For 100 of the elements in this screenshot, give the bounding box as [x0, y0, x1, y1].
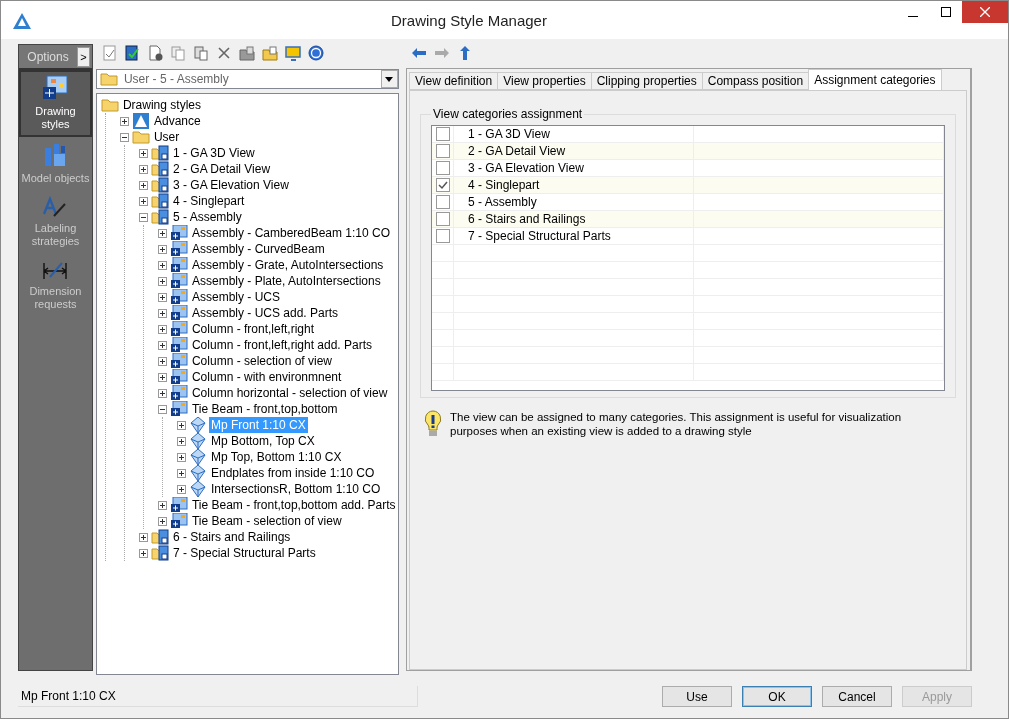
checkbox[interactable] [435, 161, 450, 175]
expand-toggle[interactable] [157, 228, 167, 238]
style-dropdown[interactable]: User - 5 - Assembly [95, 69, 399, 89]
tree-item[interactable]: Tie Beam - selection of view [189, 513, 344, 529]
expand-toggle[interactable] [176, 452, 186, 462]
tree-item[interactable]: Advance [151, 113, 203, 129]
tree-item[interactable]: 5 - Assembly [170, 209, 244, 225]
tree-item[interactable]: 1 - GA 3D View [170, 145, 257, 161]
expand-toggle[interactable] [157, 404, 167, 414]
tab[interactable]: Compass position [701, 72, 810, 90]
tree-item[interactable]: Drawing styles [120, 97, 203, 113]
tree-item[interactable]: Column - selection of view [189, 353, 334, 369]
tab[interactable]: Assignment categories [808, 69, 942, 90]
expand-toggle[interactable] [157, 260, 167, 270]
app-logo-icon [13, 13, 31, 29]
drawing-style-icon [169, 305, 188, 321]
expand-toggle[interactable] [138, 212, 148, 222]
dialog-button[interactable]: Cancel [822, 686, 892, 707]
checkbox[interactable] [435, 195, 450, 209]
tree-item[interactable]: Column - with environmnent [189, 369, 344, 385]
tree-item[interactable]: Mp Bottom, Top CX [208, 433, 317, 449]
drawing-style-icon [169, 257, 188, 273]
expand-toggle[interactable] [157, 308, 167, 318]
help-icon[interactable] [306, 44, 325, 62]
paste-icon[interactable] [191, 44, 210, 62]
tree-item[interactable]: 7 - Special Structural Parts [170, 545, 318, 561]
tree-item[interactable]: 6 - Stairs and Railings [170, 529, 293, 545]
category-label: 6 - Stairs and Railings [468, 212, 586, 226]
drawing-style-icon [169, 497, 188, 513]
drawing-style-icon [169, 273, 188, 289]
expand-toggle[interactable] [138, 180, 148, 190]
close-icon [980, 7, 990, 17]
cube-icon [188, 417, 207, 433]
expand-toggle[interactable] [176, 484, 186, 494]
expand-toggle[interactable] [176, 436, 186, 446]
tree-item[interactable]: Assembly - UCS add. Parts [189, 305, 340, 321]
cube-icon [188, 481, 207, 497]
group-title: View categories assignment [432, 107, 584, 121]
folder-document-icon [150, 161, 169, 177]
drawing-style-icon [169, 337, 188, 353]
tree-item[interactable]: Assembly - UCS [189, 289, 282, 305]
checkbox[interactable] [435, 178, 450, 192]
expand-toggle[interactable] [138, 548, 148, 558]
folder-document-icon [150, 545, 169, 561]
expand-toggle[interactable] [157, 500, 167, 510]
sidebar-item[interactable]: Drawing styles [19, 70, 92, 137]
tree-item[interactable]: Endplates from inside 1:10 CO [208, 465, 377, 481]
expand-toggle[interactable] [157, 516, 167, 526]
expand-toggle[interactable] [138, 532, 148, 542]
expand-toggle[interactable] [157, 340, 167, 350]
tree-item[interactable]: Column - front,left,right [189, 321, 316, 337]
tab[interactable]: Clipping properties [590, 72, 703, 90]
expand-toggle[interactable] [138, 164, 148, 174]
expand-toggle[interactable] [157, 244, 167, 254]
checkbox[interactable] [435, 212, 450, 226]
tree-item[interactable]: 4 - Singlepart [170, 193, 247, 209]
tree-item[interactable]: Column horizontal - selection of view [189, 385, 390, 401]
dialog-button[interactable]: Use [662, 686, 732, 707]
drawing-style-icon [169, 385, 188, 401]
tree-item[interactable]: Assembly - CurvedBeam [189, 241, 327, 257]
expand-toggle[interactable] [176, 420, 186, 430]
hint-text: The view can be assigned to many categories. This assignment is useful for visualization purposes when an existing view is added to a drawing style [450, 410, 903, 438]
expand-toggle[interactable] [157, 324, 167, 334]
expand-toggle[interactable] [138, 148, 148, 158]
tree-item[interactable]: Tie Beam - front,top,bottom add. Parts [189, 497, 398, 513]
tab[interactable]: View definition [409, 72, 499, 90]
expand-toggle[interactable] [119, 116, 129, 126]
expand-toggle[interactable] [138, 196, 148, 206]
checked-document-icon[interactable] [122, 44, 141, 62]
tree-item[interactable]: IntersectionsR, Bottom 1:10 CO [208, 481, 383, 497]
tab[interactable]: View properties [497, 72, 592, 90]
tree-item[interactable]: Assembly - Plate, AutoIntersections [189, 273, 383, 289]
expand-toggle[interactable] [157, 372, 167, 382]
tree-item[interactable]: Assembly - Grate, AutoIntersections [189, 257, 386, 273]
expand-toggle[interactable] [119, 132, 129, 142]
checkbox[interactable] [435, 229, 450, 243]
cube-icon [188, 465, 207, 481]
tree-item[interactable]: Column - front,left,right add. Parts [189, 337, 375, 353]
folder-document-icon [150, 177, 169, 193]
tree-item[interactable]: 3 - GA Elevation View [170, 177, 291, 193]
checkbox[interactable] [435, 127, 450, 141]
tree-item[interactable]: Assembly - CamberedBeam 1:10 CO [189, 225, 393, 241]
dialog-button[interactable]: OK [742, 686, 812, 707]
checkbox[interactable] [435, 144, 450, 158]
tree-item[interactable]: Tie Beam - front,top,bottom [189, 401, 340, 417]
category-label: 5 - Assembly [468, 195, 537, 209]
tree-item[interactable]: User [151, 129, 182, 145]
expand-toggle[interactable] [157, 356, 167, 366]
expand-button[interactable]: > [76, 46, 90, 67]
drawing-style-icon [169, 225, 188, 241]
folder-icon [99, 72, 118, 86]
folder-icon [100, 97, 119, 113]
expand-toggle[interactable] [157, 292, 167, 302]
tree-item[interactable]: 2 - GA Detail View [170, 161, 273, 177]
monitor-icon[interactable] [283, 44, 302, 62]
folder-document-icon[interactable] [260, 44, 279, 62]
tree-item[interactable]: Mp Top, Bottom 1:10 CX [208, 449, 344, 465]
expand-toggle[interactable] [157, 388, 167, 398]
expand-toggle[interactable] [157, 276, 167, 286]
expand-toggle[interactable] [176, 468, 186, 478]
